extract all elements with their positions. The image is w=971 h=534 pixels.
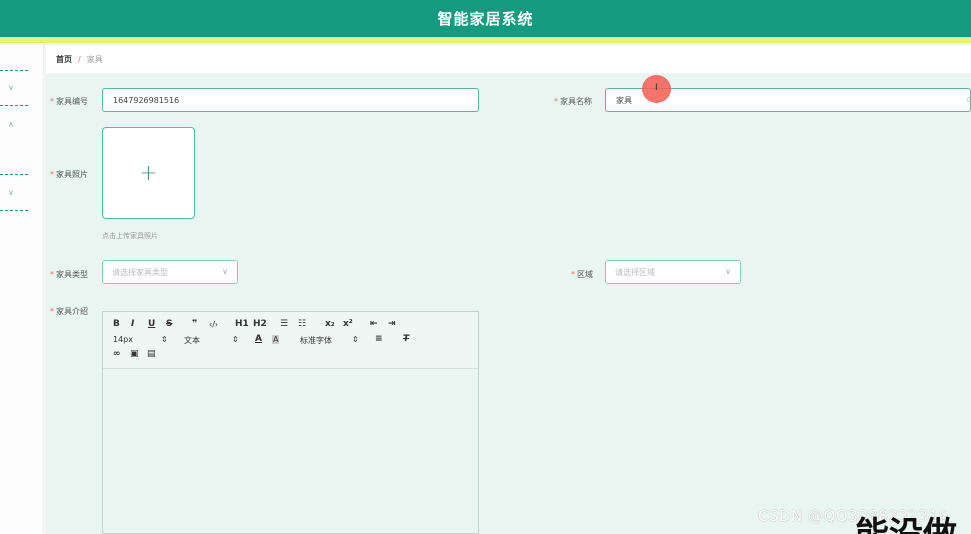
superscript-icon[interactable]: x² [343,319,353,329]
chevron-down-icon[interactable]: ∨ [8,83,14,92]
furniture-name-label: * 家具名称 [554,97,592,106]
font-color-icon[interactable]: A [255,334,262,344]
app-header: 智能家居系统 [0,0,971,37]
subscript-icon[interactable]: x₂ [325,319,335,329]
furniture-type-select[interactable]: 请选择家具类型 ∨ [102,260,238,284]
sidebar-divider [0,70,28,71]
background-color-icon[interactable]: A [272,335,280,344]
sidebar-divider [0,105,28,106]
updown-icon: ⇕ [232,335,239,344]
bullet-list-icon[interactable]: ☷ [298,319,306,329]
photo-upload-tip: 点击上传家具照片 [102,232,158,240]
image-icon[interactable]: ▣ [130,349,139,359]
breadcrumb-current: 家具 [86,54,103,64]
format-select[interactable]: 文本 [184,335,200,346]
chevron-down-icon: ∨ [222,267,228,276]
chevron-down-icon[interactable]: ∨ [8,188,14,197]
bold-icon[interactable]: B [113,319,120,329]
font-family-select[interactable]: 标准字体 [300,335,332,346]
strikethrough-icon[interactable]: S [166,319,172,329]
video-icon[interactable]: ▤ [147,349,156,359]
quote-icon[interactable]: ❞ [192,319,197,329]
photo-upload-button[interactable]: + [102,127,195,219]
sidebar-divider [0,174,28,175]
accent-bar [0,37,971,43]
chevron-down-icon: ∨ [725,267,731,276]
plus-icon: + [139,160,158,186]
overlay-text: 能没做 [855,518,957,534]
mouse-cursor-indicator: I [642,75,671,103]
underline-icon[interactable]: U [148,319,155,329]
clear-format-icon[interactable]: T [403,334,409,344]
area-select[interactable]: 请选择区域 ∨ [605,260,741,284]
furniture-photo-label: * 家具照片 [50,170,88,179]
align-icon[interactable]: ≡ [375,334,383,344]
text-cursor-icon: I [655,83,658,93]
furniture-id-label: * 家具编号 [50,97,88,106]
indent-icon[interactable]: ⇥ [388,319,396,329]
sidebar-divider [0,210,28,211]
sidebar: ∨ ∧ ∨ [0,43,44,534]
furniture-id-field[interactable]: 1647926981516 [102,88,479,112]
font-size-select[interactable]: 14px [113,335,133,344]
code-icon[interactable]: ‹/› [209,320,218,329]
outdent-icon[interactable]: ⇤ [370,319,378,329]
breadcrumb: 首页 / 家具 [46,45,971,73]
area-label: * 区域 [571,270,593,279]
furniture-intro-label: * 家具介绍 [50,307,88,316]
chevron-up-icon[interactable]: ∧ [8,120,14,129]
editor-content[interactable] [103,369,478,534]
heading1-icon[interactable]: H1 [235,319,249,329]
updown-icon: ⇕ [161,335,168,344]
furniture-type-label: * 家具类型 [50,270,88,279]
ordered-list-icon[interactable]: ☰ [280,319,288,329]
breadcrumb-home[interactable]: 首页 [56,54,72,65]
link-icon[interactable]: ∞ [113,349,121,359]
updown-icon: ⇕ [352,335,359,344]
editor-toolbar: B I U S ❞ ‹/› H1 H2 ☰ ☷ x₂ x² ⇤ ⇥ 14px ⇕… [103,312,478,369]
field-suffix-icon: ⊙ [966,95,971,104]
app-title: 智能家居系统 [437,10,534,28]
italic-icon[interactable]: I [131,319,134,329]
breadcrumb-separator: / [78,54,81,64]
rich-text-editor[interactable]: B I U S ❞ ‹/› H1 H2 ☰ ☷ x₂ x² ⇤ ⇥ 14px ⇕… [102,311,479,534]
heading2-icon[interactable]: H2 [253,319,267,329]
